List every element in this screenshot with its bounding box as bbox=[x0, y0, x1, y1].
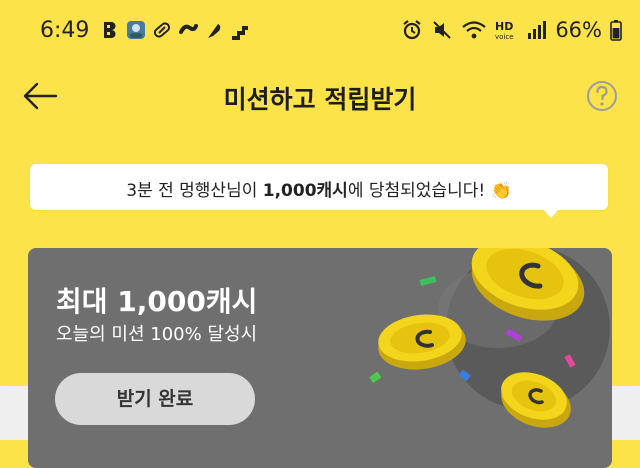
receive-complete-button[interactable]: 받기 완료 bbox=[55, 373, 255, 425]
notification-icons bbox=[100, 20, 250, 40]
confetti bbox=[419, 276, 437, 286]
help-icon bbox=[587, 81, 617, 111]
svg-text:voice: voice bbox=[495, 33, 514, 41]
page-title: 미션하고 적립받기 bbox=[223, 85, 417, 114]
toast-suffix: 에 당첨되었습니다! bbox=[347, 181, 486, 201]
toast-prefix: 3분 전 멍행산님이 bbox=[126, 181, 263, 201]
status-time: 6:49 bbox=[40, 18, 90, 43]
alarm-icon bbox=[403, 20, 421, 40]
reward-title: 최대 1,000캐시 bbox=[56, 285, 258, 318]
reward-subtitle: 오늘의 미션 100% 달성시 bbox=[56, 324, 258, 345]
confetti bbox=[369, 371, 382, 384]
winner-toast: 3분 전 멍행산님이 1,000캐시에 당첨되었습니다! 👏 bbox=[30, 164, 608, 210]
feather-icon bbox=[208, 24, 221, 38]
reward-card: 최대 1,000캐시 오늘의 미션 100% 달성시 받기 완료 bbox=[28, 248, 612, 468]
help-button[interactable] bbox=[586, 80, 618, 112]
link-icon bbox=[179, 24, 198, 34]
toast-amount: 1,000캐시 bbox=[262, 181, 348, 201]
mute-icon bbox=[433, 21, 452, 39]
clap-emoji-icon: 👏 bbox=[490, 181, 512, 201]
svg-text:HD: HD bbox=[495, 20, 513, 33]
stairs-icon bbox=[232, 26, 248, 40]
hd-voice-icon: HDvoice bbox=[495, 20, 514, 41]
battery-percent: 66% bbox=[555, 18, 602, 42]
system-icons: HD voice 66% bbox=[401, 18, 622, 42]
wifi-icon bbox=[462, 21, 487, 39]
toast-message: 3분 전 멍행산님이 1,000캐시에 당첨되었습니다! 👏 bbox=[30, 176, 608, 201]
b-app-icon bbox=[104, 21, 116, 39]
battery-icon bbox=[610, 20, 622, 41]
app-bar: 미션하고 적립받기 bbox=[0, 66, 640, 126]
status-bar: 6:49 HD voice 66% bbox=[0, 0, 640, 64]
pill-icon bbox=[153, 22, 171, 38]
toast-tail bbox=[542, 208, 560, 218]
avatar-icon bbox=[127, 21, 145, 39]
signal-icon bbox=[528, 21, 547, 39]
